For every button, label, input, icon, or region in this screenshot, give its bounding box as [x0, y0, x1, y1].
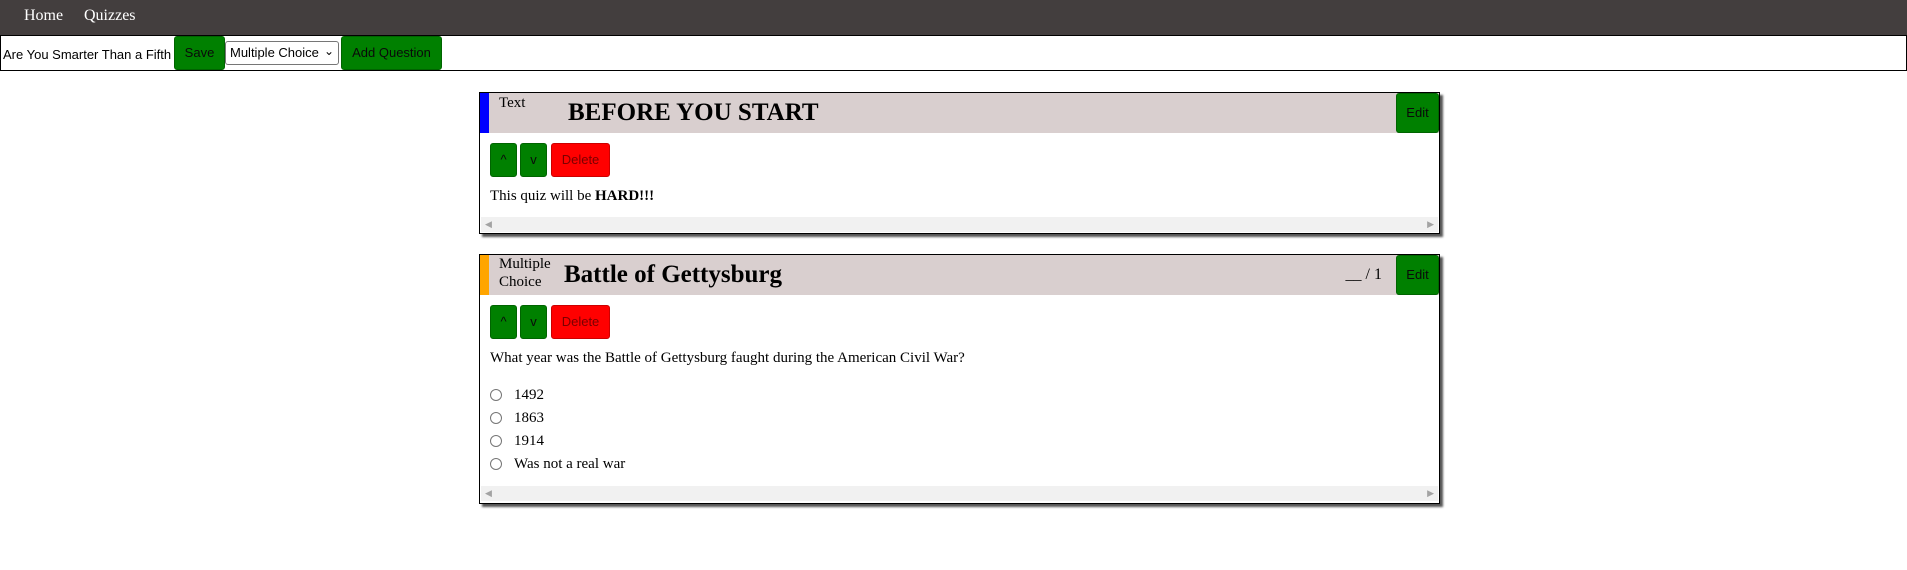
answer-option-label: 1492 [514, 387, 544, 403]
nav-quizzes-link[interactable]: Quizzes [84, 7, 136, 25]
move-down-button[interactable]: v [520, 143, 547, 177]
question-prompt: What year was the Battle of Gettysburg f… [490, 350, 965, 366]
scroll-right-arrow-icon[interactable]: ▶ [1427, 219, 1434, 230]
question-title: BEFORE YOU START [568, 99, 819, 126]
question-body-bold: HARD!!! [595, 188, 655, 204]
horizontal-scrollbar[interactable]: ◀ ▶ [481, 486, 1438, 501]
top-navbar: Home Quizzes [0, 0, 1907, 35]
question-type-stripe [480, 93, 489, 133]
question-type-select[interactable]: Multiple Choice ⌄ [225, 41, 339, 65]
quiz-editor-toolbar: Save Multiple Choice ⌄ Add Question [0, 35, 1907, 71]
delete-question-button[interactable]: Delete [551, 305, 610, 339]
question-title: Battle of Gettysburg [564, 261, 783, 288]
answer-option-label: Was not a real war [514, 456, 626, 472]
move-down-button[interactable]: v [520, 305, 547, 339]
scroll-left-arrow-icon[interactable]: ◀ [485, 219, 492, 230]
add-question-button[interactable]: Add Question [341, 36, 442, 70]
question-body-prefix: This quiz will be [490, 188, 595, 204]
answer-option-label: 1863 [514, 410, 544, 426]
answer-option-label: 1914 [514, 433, 544, 449]
question-card-text: Text BEFORE YOU START Edit ^ v Delete Th… [479, 92, 1440, 234]
move-up-button[interactable]: ^ [490, 305, 517, 339]
chevron-down-icon: ⌄ [323, 44, 334, 58]
question-type-stripe [480, 255, 489, 295]
save-button[interactable]: Save [174, 36, 225, 70]
edit-question-button[interactable]: Edit [1396, 255, 1439, 295]
question-card-header: Text BEFORE YOU START Edit [480, 93, 1439, 133]
question-body-text: This quiz will be HARD!!! [490, 188, 654, 205]
question-type-label-line1: Multiple [499, 256, 551, 272]
radio-button[interactable] [490, 458, 502, 470]
question-type-label: Multiple Choice [499, 255, 551, 291]
scroll-left-arrow-icon[interactable]: ◀ [485, 488, 492, 499]
question-type-label-line2: Choice [499, 274, 542, 290]
radio-button[interactable] [490, 435, 502, 447]
question-type-selected-value: Multiple Choice [230, 45, 319, 60]
radio-button[interactable] [490, 412, 502, 424]
scroll-right-arrow-icon[interactable]: ▶ [1427, 488, 1434, 499]
move-up-button[interactable]: ^ [490, 143, 517, 177]
delete-question-button[interactable]: Delete [551, 143, 610, 177]
question-score: __ / 1 [1345, 266, 1382, 283]
radio-button[interactable] [490, 389, 502, 401]
nav-home-link[interactable]: Home [24, 7, 63, 25]
edit-question-button[interactable]: Edit [1396, 93, 1439, 133]
quiz-title-input[interactable] [1, 39, 173, 69]
question-card-header: Multiple Choice Battle of Gettysburg __ … [480, 255, 1439, 295]
question-card-multiple-choice: Multiple Choice Battle of Gettysburg __ … [479, 254, 1440, 504]
horizontal-scrollbar[interactable]: ◀ ▶ [481, 217, 1438, 232]
question-type-label: Text [499, 95, 526, 111]
